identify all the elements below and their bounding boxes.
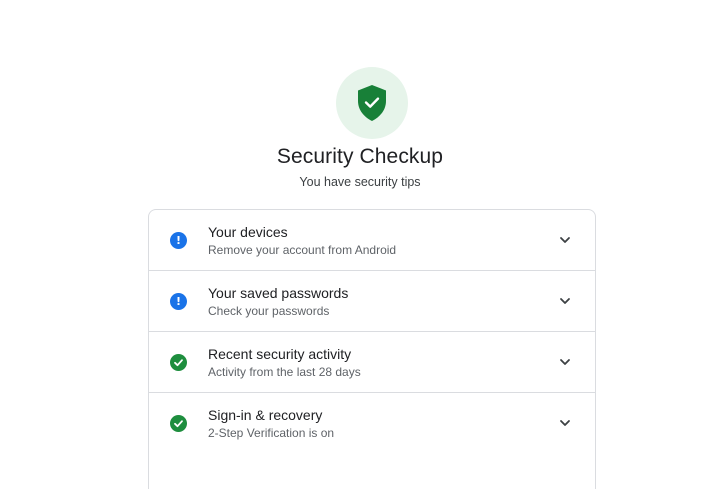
chevron-down-icon[interactable] xyxy=(558,416,572,430)
item-description: Activity from the last 28 days xyxy=(208,365,361,379)
item-title: Your saved passwords xyxy=(208,285,349,301)
checkup-item-passwords[interactable]: ! Your saved passwords Check your passwo… xyxy=(149,271,595,332)
check-icon xyxy=(170,415,187,432)
item-title: Sign-in & recovery xyxy=(208,407,323,423)
page-title: Security Checkup xyxy=(276,145,444,168)
item-title: Your devices xyxy=(208,224,288,240)
check-icon xyxy=(170,354,187,371)
item-description: Remove your account from Android xyxy=(208,243,397,257)
checkup-list: ! Your devices Remove your account from … xyxy=(148,209,596,489)
checkup-item-signin-recovery[interactable]: Sign-in & recovery 2-Step Verification i… xyxy=(149,393,595,454)
chevron-down-icon[interactable] xyxy=(558,355,572,369)
shield-check-icon xyxy=(358,85,386,121)
chevron-down-icon[interactable] xyxy=(558,233,572,247)
exclamation-icon: ! xyxy=(170,293,187,310)
chevron-down-icon[interactable] xyxy=(558,294,572,308)
page-subtitle: You have security tips xyxy=(299,175,421,189)
item-title: Recent security activity xyxy=(208,346,352,362)
security-checkup-page: Security Checkup You have security tips … xyxy=(0,0,720,489)
checkup-item-devices[interactable]: ! Your devices Remove your account from … xyxy=(149,210,595,271)
shield-badge xyxy=(336,67,408,139)
exclamation-icon: ! xyxy=(170,232,187,249)
item-description: 2-Step Verification is on xyxy=(208,426,335,440)
checkup-item-security-activity[interactable]: Recent security activity Activity from t… xyxy=(149,332,595,393)
item-description: Check your passwords xyxy=(208,304,330,318)
